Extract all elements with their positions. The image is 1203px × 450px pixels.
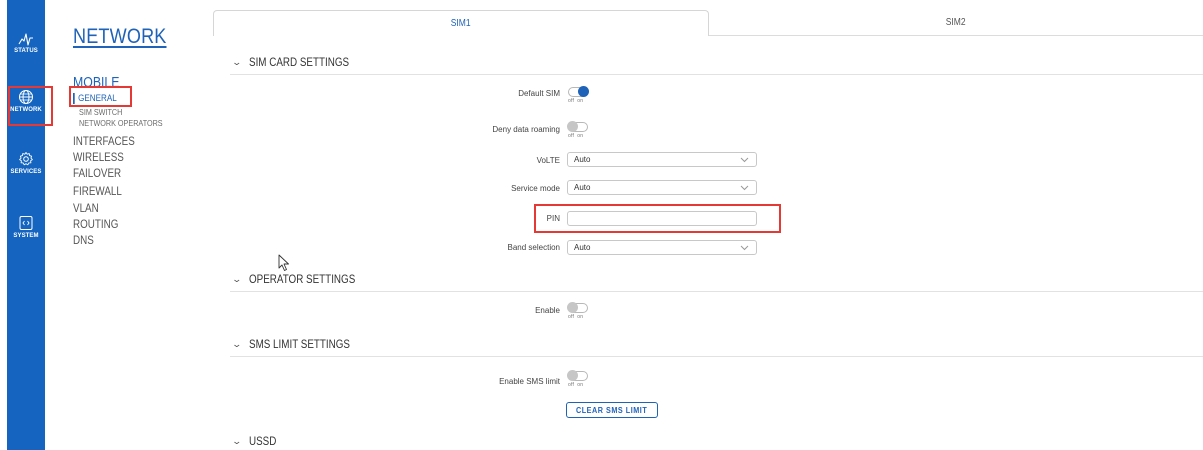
section-operator-settings[interactable]: ⌄ OPERATOR SETTINGS <box>231 272 378 286</box>
section-sms-limit-settings[interactable]: ⌄ SMS LIMIT SETTINGS <box>231 337 372 351</box>
chevron-down-icon <box>740 185 749 191</box>
volte-select[interactable]: Auto <box>567 152 757 167</box>
volte-value: Auto <box>574 155 591 164</box>
chevron-down-icon: ⌄ <box>231 338 243 349</box>
tab-sim1-label: SIM1 <box>451 18 471 29</box>
band-selection-label: Band selection <box>507 243 560 252</box>
tab-sim1[interactable]: SIM1 <box>213 10 709 36</box>
chevron-down-icon: ⌄ <box>231 273 243 284</box>
network-highlight-box <box>8 86 53 126</box>
nav-item-dns[interactable]: DNS <box>73 233 94 247</box>
section-title: SMS LIMIT SETTINGS <box>248 337 350 351</box>
status-icon <box>18 33 33 46</box>
chevron-down-icon <box>740 245 749 251</box>
toggle-state-labels: off on <box>568 382 584 388</box>
rail-item-status[interactable]: STATUS <box>7 32 45 54</box>
nav-item-failover[interactable]: FAILOVER <box>73 166 121 180</box>
rail-item-system[interactable]: SYSTEM <box>7 215 45 239</box>
section-title: USSD <box>248 434 276 448</box>
band-selection-select[interactable]: Auto <box>567 240 757 255</box>
clear-sms-limit-label: CLEAR SMS LIMIT <box>576 405 648 415</box>
divider <box>230 291 1203 292</box>
default-sim-label: Default SIM <box>518 89 560 98</box>
rail-label-services: SERVICES <box>10 169 42 175</box>
gear-icon <box>19 152 33 166</box>
divider <box>230 74 1203 75</box>
rail-label-system: SYSTEM <box>13 233 39 239</box>
nav-item-routing[interactable]: ROUTING <box>73 217 118 231</box>
chevron-down-icon: ⌄ <box>231 435 243 446</box>
operator-enable-label: Enable <box>535 306 560 315</box>
nav-item-interfaces[interactable]: INTERFACES <box>73 134 135 148</box>
toggle-state-labels: off on <box>568 98 584 104</box>
volte-label: VoLTE <box>536 156 560 165</box>
nav-item-firewall[interactable]: FIREWALL <box>73 184 122 198</box>
system-icon <box>19 216 33 230</box>
section-ussd[interactable]: ⌄ USSD <box>231 434 282 448</box>
toggle-state-labels: off on <box>568 314 584 320</box>
main-nav-rail: STATUS NETWORK SERVICES SYSTEM <box>7 0 45 450</box>
service-mode-select[interactable]: Auto <box>567 180 757 195</box>
section-sim-card-settings[interactable]: ⌄ SIM CARD SETTINGS <box>231 55 371 69</box>
chevron-down-icon <box>740 157 749 163</box>
deny-roaming-label: Deny data roaming <box>492 125 560 134</box>
toggle-state-labels: off on <box>568 133 584 139</box>
nav-item-wireless[interactable]: WIRELESS <box>73 150 124 164</box>
rail-label-status: STATUS <box>14 48 38 54</box>
tab-sim2-label: SIM2 <box>946 17 966 28</box>
nav-item-network-operators[interactable]: NETWORK OPERATORS <box>79 118 163 128</box>
clear-sms-limit-button[interactable]: CLEAR SMS LIMIT <box>566 402 658 418</box>
tab-sim2[interactable]: SIM2 <box>709 10 1203 36</box>
enable-sms-limit-label: Enable SMS limit <box>499 377 560 386</box>
general-highlight-box <box>69 86 132 107</box>
nav-item-vlan[interactable]: VLAN <box>73 201 99 215</box>
pin-highlight-box <box>534 204 781 233</box>
service-mode-value: Auto <box>574 183 591 192</box>
band-selection-value: Auto <box>574 243 591 252</box>
section-title: OPERATOR SETTINGS <box>248 272 355 286</box>
divider <box>230 356 1203 357</box>
page-title: NETWORK <box>73 25 167 48</box>
rail-item-services[interactable]: SERVICES <box>7 151 45 175</box>
section-title: SIM CARD SETTINGS <box>248 55 349 69</box>
service-mode-label: Service mode <box>511 184 560 193</box>
chevron-down-icon: ⌄ <box>231 56 243 67</box>
mouse-cursor-icon <box>278 254 289 271</box>
nav-item-sim-switch[interactable]: SIM SWITCH <box>79 107 122 117</box>
